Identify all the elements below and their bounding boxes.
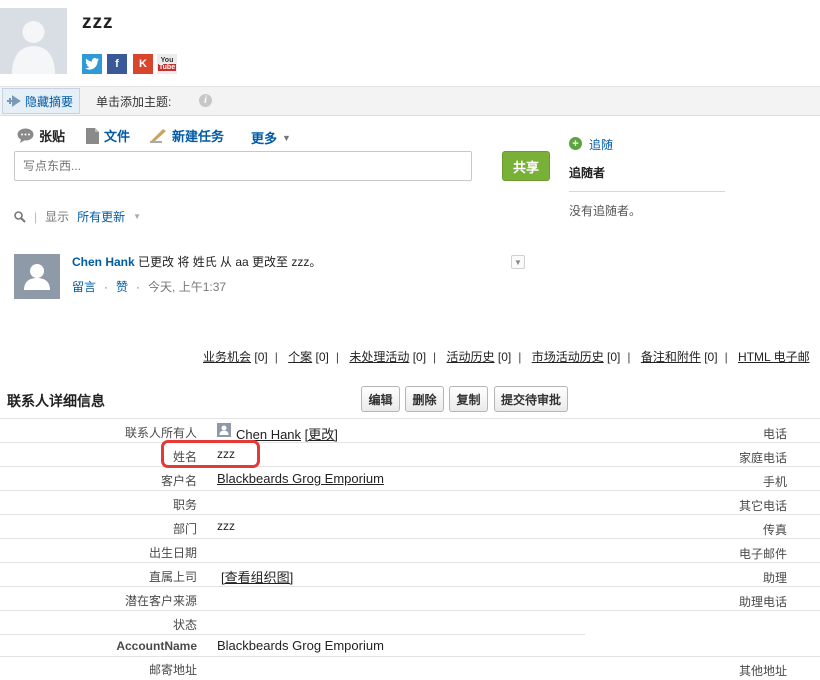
related-link-html-email[interactable]: HTML 电子邮 (738, 350, 810, 364)
feed-author-avatar[interactable] (14, 254, 60, 299)
owner-label: 联系人所有人 (124, 426, 197, 440)
feed-item-menu-icon[interactable]: ▼ (511, 255, 525, 269)
contact-avatar (0, 8, 67, 74)
email-label: 电子邮件 (738, 547, 787, 561)
publisher-post-tab[interactable]: 张贴 (17, 126, 65, 145)
title-label: 职务 (172, 498, 197, 512)
pin-icon (7, 95, 21, 107)
followers-title: 追随者 (569, 166, 606, 180)
name-field-highlight (161, 440, 260, 468)
feed-timestamp[interactable]: 今天, 上午1:37 (148, 278, 226, 295)
feed-item-text: Chen Hank 已更改 将 姓氏 从 aa 更改至 zzz。 (72, 255, 322, 269)
filter-show-label: 显示 (45, 210, 70, 224)
delete-button[interactable]: 删除 (405, 386, 444, 412)
related-link-notes-attachments[interactable]: 备注和附件 (641, 350, 701, 364)
accountname-value: Blackbeards Grog Emporium (217, 638, 384, 653)
reports-to-label: 直属上司 (148, 570, 197, 584)
add-topic-link[interactable]: 单击添加主题: (96, 93, 171, 110)
speech-bubble-icon (17, 128, 34, 143)
twitter-icon[interactable] (82, 54, 102, 74)
related-list-links: 业务机会 [0] | 个案 [0] | 未处理活动 [0] | 活动历史 [0] | 市… (203, 350, 810, 364)
row-divider (0, 538, 820, 539)
row-divider (0, 442, 820, 443)
related-link-campaign-history[interactable]: 市场活动历史 (532, 350, 604, 364)
copy-button[interactable]: 复制 (449, 386, 488, 412)
row-divider (0, 466, 820, 467)
home-phone-label: 家庭电话 (738, 451, 787, 465)
plus-icon[interactable]: + (569, 137, 582, 150)
related-link-open-activities[interactable]: 未处理活动 (349, 350, 409, 364)
detail-section-title: 联系人详细信息 (7, 393, 105, 409)
dropdown-arrow-icon: ▼ (282, 132, 291, 143)
row-divider (0, 418, 820, 419)
mailing-address-label: 邮寄地址 (148, 663, 197, 677)
row-divider (0, 634, 585, 635)
like-link[interactable]: 赞 (116, 278, 128, 295)
department-label: 部门 (172, 522, 197, 536)
birthdate-label: 出生日期 (148, 546, 197, 560)
search-icon[interactable] (14, 210, 26, 223)
publisher-file-tab[interactable]: 文件 (86, 126, 130, 145)
row-divider (0, 610, 820, 611)
phone-label: 电话 (762, 427, 787, 441)
mobile-label: 手机 (762, 475, 787, 489)
row-divider (0, 656, 820, 657)
status-label: 状态 (172, 618, 197, 632)
feed-filter: | 显示 所有更新 ▼ (14, 208, 141, 225)
share-button[interactable]: 共享 (502, 151, 550, 181)
change-owner-link[interactable]: [更改] (305, 427, 338, 442)
related-link-cases[interactable]: 个案 (288, 350, 312, 364)
feed-author-link[interactable]: Chen Hank (72, 255, 135, 269)
account-link[interactable]: Blackbeards Grog Emporium (217, 471, 384, 486)
facebook-icon[interactable]: f (107, 54, 127, 74)
dropdown-arrow-icon[interactable]: ▼ (133, 212, 141, 221)
department-value: zzz (217, 519, 235, 533)
publisher-new-task-tab[interactable]: 新建任务 (150, 126, 224, 145)
related-link-activity-history[interactable]: 活动历史 (447, 350, 495, 364)
follow-link[interactable]: 追随 (589, 136, 613, 153)
org-chart-link[interactable]: [查看组织图] (221, 567, 293, 586)
youtube-icon[interactable]: You Tube (157, 54, 177, 74)
contact-name: zzz (82, 12, 114, 33)
klout-icon[interactable]: K (133, 54, 153, 74)
hide-summary-button[interactable]: 隐藏摘要 (2, 88, 80, 114)
accountname-label: AccountName (116, 639, 197, 653)
publisher-more-menu[interactable]: 更多 ▼ (251, 128, 291, 147)
filter-separator: | (34, 209, 38, 224)
filter-all-updates[interactable]: 所有更新 (77, 208, 125, 225)
other-address-label: 其他地址 (738, 664, 787, 678)
account-label: 客户名 (160, 474, 197, 488)
row-divider (0, 586, 820, 587)
file-icon (86, 127, 99, 144)
row-divider (0, 562, 820, 563)
feed-actions: 留言 · 赞 · 今天, 上午1:37 (72, 278, 227, 295)
other-phone-label: 其它电话 (738, 499, 787, 513)
post-input[interactable] (14, 151, 472, 181)
assistant-label: 助理 (762, 571, 787, 585)
row-divider (0, 514, 820, 515)
fax-label: 传真 (762, 523, 787, 537)
pencil-icon (150, 129, 166, 143)
row-divider (0, 490, 820, 491)
edit-button[interactable]: 编辑 (361, 386, 400, 412)
no-followers-text: 没有追随者。 (569, 204, 642, 218)
info-icon[interactable]: i (199, 94, 212, 107)
followers-divider (569, 191, 725, 192)
user-icon (217, 423, 231, 437)
comment-link[interactable]: 留言 (72, 278, 96, 295)
related-link-opportunities[interactable]: 业务机会 (203, 350, 251, 364)
submit-approval-button[interactable]: 提交待审批 (494, 386, 568, 412)
assistant-phone-label: 助理电话 (738, 595, 787, 609)
lead-source-label: 潜在客户来源 (124, 594, 197, 608)
